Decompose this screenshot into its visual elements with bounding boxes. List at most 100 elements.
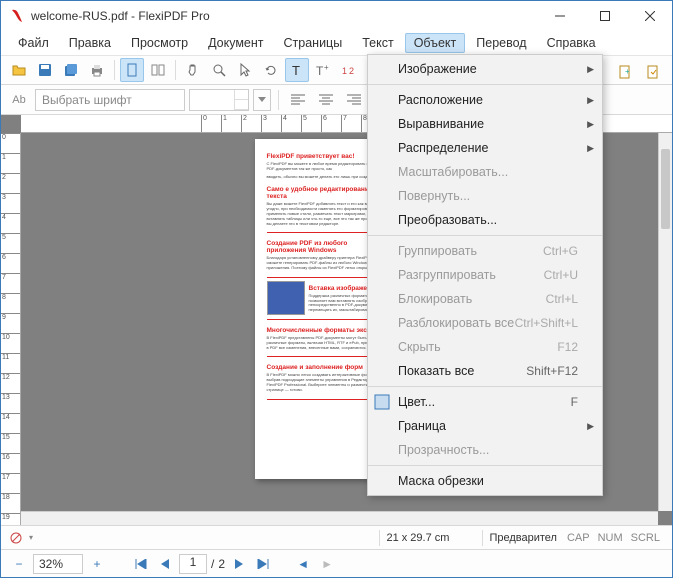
menu-item-label: Скрыть bbox=[398, 340, 441, 354]
menu-item-прозрачность-: Прозрачность... bbox=[368, 438, 602, 462]
menu-item-повернуть-: Повернуть... bbox=[368, 184, 602, 208]
menu-item-расположение[interactable]: Расположение▶ bbox=[368, 88, 602, 112]
zoom-value: 32% bbox=[39, 557, 63, 571]
open-button[interactable] bbox=[7, 58, 31, 82]
save-copy-button[interactable] bbox=[59, 58, 83, 82]
menu-item-показать-все[interactable]: Показать все Shift+F12 bbox=[368, 359, 602, 383]
font-size-input[interactable] bbox=[189, 89, 249, 111]
menu-item-разгруппировать: Разгруппировать Ctrl+U bbox=[368, 263, 602, 287]
menu-item-преобразовать-[interactable]: Преобразовать... bbox=[368, 208, 602, 232]
menu-item-label: Группировать bbox=[398, 244, 477, 258]
maximize-button[interactable] bbox=[582, 1, 627, 31]
scroll-thumb[interactable] bbox=[661, 149, 670, 229]
scrollbar-horizontal[interactable] bbox=[21, 511, 658, 525]
align-left-button[interactable] bbox=[286, 89, 310, 111]
preview-label[interactable]: Предварител bbox=[489, 532, 557, 544]
text-plus-button[interactable]: T+ bbox=[311, 58, 335, 82]
statusbar: ▾ 21 x 29.7 cm Предварител CAP NUM SCRL bbox=[1, 525, 672, 549]
next-page-button[interactable] bbox=[229, 554, 249, 574]
menu-shortcut: Ctrl+L bbox=[546, 292, 578, 306]
menu-shortcut: F12 bbox=[557, 340, 578, 354]
menu-item-маска-обрезки[interactable]: Маска обрезки bbox=[368, 469, 602, 493]
font-dropdown-button[interactable] bbox=[253, 89, 271, 111]
hand-tool-button[interactable] bbox=[181, 58, 205, 82]
menu-shortcut: Ctrl+U bbox=[544, 268, 578, 282]
toolbar-sep bbox=[114, 60, 115, 80]
menu-item-label: Распределение bbox=[398, 141, 488, 155]
page-dimensions: 21 x 29.7 cm bbox=[386, 532, 476, 544]
svg-text:1: 1 bbox=[342, 66, 347, 76]
app-icon bbox=[9, 8, 25, 24]
menu-pages[interactable]: Страницы bbox=[275, 33, 352, 53]
link-text-button[interactable]: 12 bbox=[337, 58, 361, 82]
font-placeholder: Выбрать шрифт bbox=[42, 93, 132, 107]
menu-item-скрыть: Скрыть F12 bbox=[368, 335, 602, 359]
menu-item-label: Показать все bbox=[398, 364, 474, 378]
menu-file[interactable]: Файл bbox=[9, 33, 58, 53]
menubar: Файл Правка Просмотр Документ Страницы Т… bbox=[1, 31, 672, 55]
scrollbar-vertical[interactable] bbox=[658, 133, 672, 511]
menu-help[interactable]: Справка bbox=[538, 33, 605, 53]
zoom-level-input[interactable]: 32% bbox=[33, 554, 83, 574]
pointer-tool-button[interactable] bbox=[233, 58, 257, 82]
two-page-button[interactable] bbox=[146, 58, 170, 82]
prev-page-button[interactable] bbox=[155, 554, 175, 574]
last-page-button[interactable] bbox=[253, 554, 273, 574]
zoom-in-button[interactable]: + bbox=[87, 554, 107, 574]
submenu-arrow-icon: ▶ bbox=[587, 421, 594, 432]
font-size-up[interactable] bbox=[235, 90, 248, 100]
rotate-tool-button[interactable] bbox=[259, 58, 283, 82]
menu-translate[interactable]: Перевод bbox=[467, 33, 535, 53]
menu-item-распределение[interactable]: Распределение ▶ bbox=[368, 136, 602, 160]
menu-item-изображение[interactable]: Изображение ▶ bbox=[368, 57, 602, 81]
print-button[interactable] bbox=[85, 58, 109, 82]
page-number-input[interactable]: 1 bbox=[179, 554, 207, 574]
notification-icon[interactable] bbox=[9, 531, 23, 545]
menu-shortcut: F bbox=[571, 395, 578, 409]
menu-item-label: Цвет... bbox=[398, 395, 435, 409]
svg-text:+: + bbox=[625, 67, 630, 76]
align-center-button[interactable] bbox=[314, 89, 338, 111]
submenu-arrow-icon: ▶ bbox=[587, 64, 594, 75]
close-button[interactable] bbox=[627, 1, 672, 31]
menu-item-label: Изображение bbox=[398, 62, 477, 76]
menu-shortcut: Shift+F12 bbox=[526, 364, 578, 378]
zoom-tool-button[interactable] bbox=[207, 58, 231, 82]
font-family-label: Ab bbox=[7, 88, 31, 112]
svg-text:T: T bbox=[292, 63, 300, 78]
font-size-down[interactable] bbox=[235, 100, 248, 110]
zoom-out-button[interactable]: − bbox=[9, 554, 29, 574]
page-action-button[interactable] bbox=[641, 60, 665, 84]
menu-item-label: Разгруппировать bbox=[398, 268, 496, 282]
menu-item-label: Блокировать bbox=[398, 292, 472, 306]
menu-item-блокировать: Блокировать Ctrl+L bbox=[368, 287, 602, 311]
menu-shortcut: Ctrl+Shift+L bbox=[515, 316, 578, 330]
menu-text[interactable]: Текст bbox=[353, 33, 402, 53]
menu-item-граница[interactable]: Граница▶ bbox=[368, 414, 602, 438]
submenu-arrow-icon: ▶ bbox=[587, 95, 594, 106]
svg-text:+: + bbox=[324, 63, 329, 72]
prev-view-button[interactable]: ◄ bbox=[293, 554, 313, 574]
menu-document[interactable]: Документ bbox=[199, 33, 272, 53]
first-page-button[interactable] bbox=[131, 554, 151, 574]
menu-item-цвет-[interactable]: Цвет... F bbox=[368, 390, 602, 414]
single-page-button[interactable] bbox=[120, 58, 144, 82]
menu-item-масштабировать-: Масштабировать... bbox=[368, 160, 602, 184]
submenu-arrow-icon: ▶ bbox=[587, 143, 594, 154]
navbar: − 32% + 1 / 2 ◄ ► bbox=[1, 549, 672, 577]
menu-separator bbox=[368, 84, 602, 85]
minimize-button[interactable] bbox=[537, 1, 582, 31]
menu-view[interactable]: Просмотр bbox=[122, 33, 197, 53]
menu-object[interactable]: Объект bbox=[405, 33, 466, 53]
menu-item-label: Повернуть... bbox=[398, 189, 470, 203]
font-family-select[interactable]: Выбрать шрифт bbox=[35, 89, 185, 111]
save-button[interactable] bbox=[33, 58, 57, 82]
svg-text:T: T bbox=[316, 64, 324, 78]
menu-item-выравнивание[interactable]: Выравнивание▶ bbox=[368, 112, 602, 136]
align-right-button[interactable] bbox=[342, 89, 366, 111]
new-page-button[interactable]: + bbox=[613, 60, 637, 84]
next-view-button[interactable]: ► bbox=[317, 554, 337, 574]
text-tool-button[interactable]: T bbox=[285, 58, 309, 82]
dropdown-icon[interactable]: ▾ bbox=[29, 533, 33, 542]
menu-edit[interactable]: Правка bbox=[60, 33, 120, 53]
